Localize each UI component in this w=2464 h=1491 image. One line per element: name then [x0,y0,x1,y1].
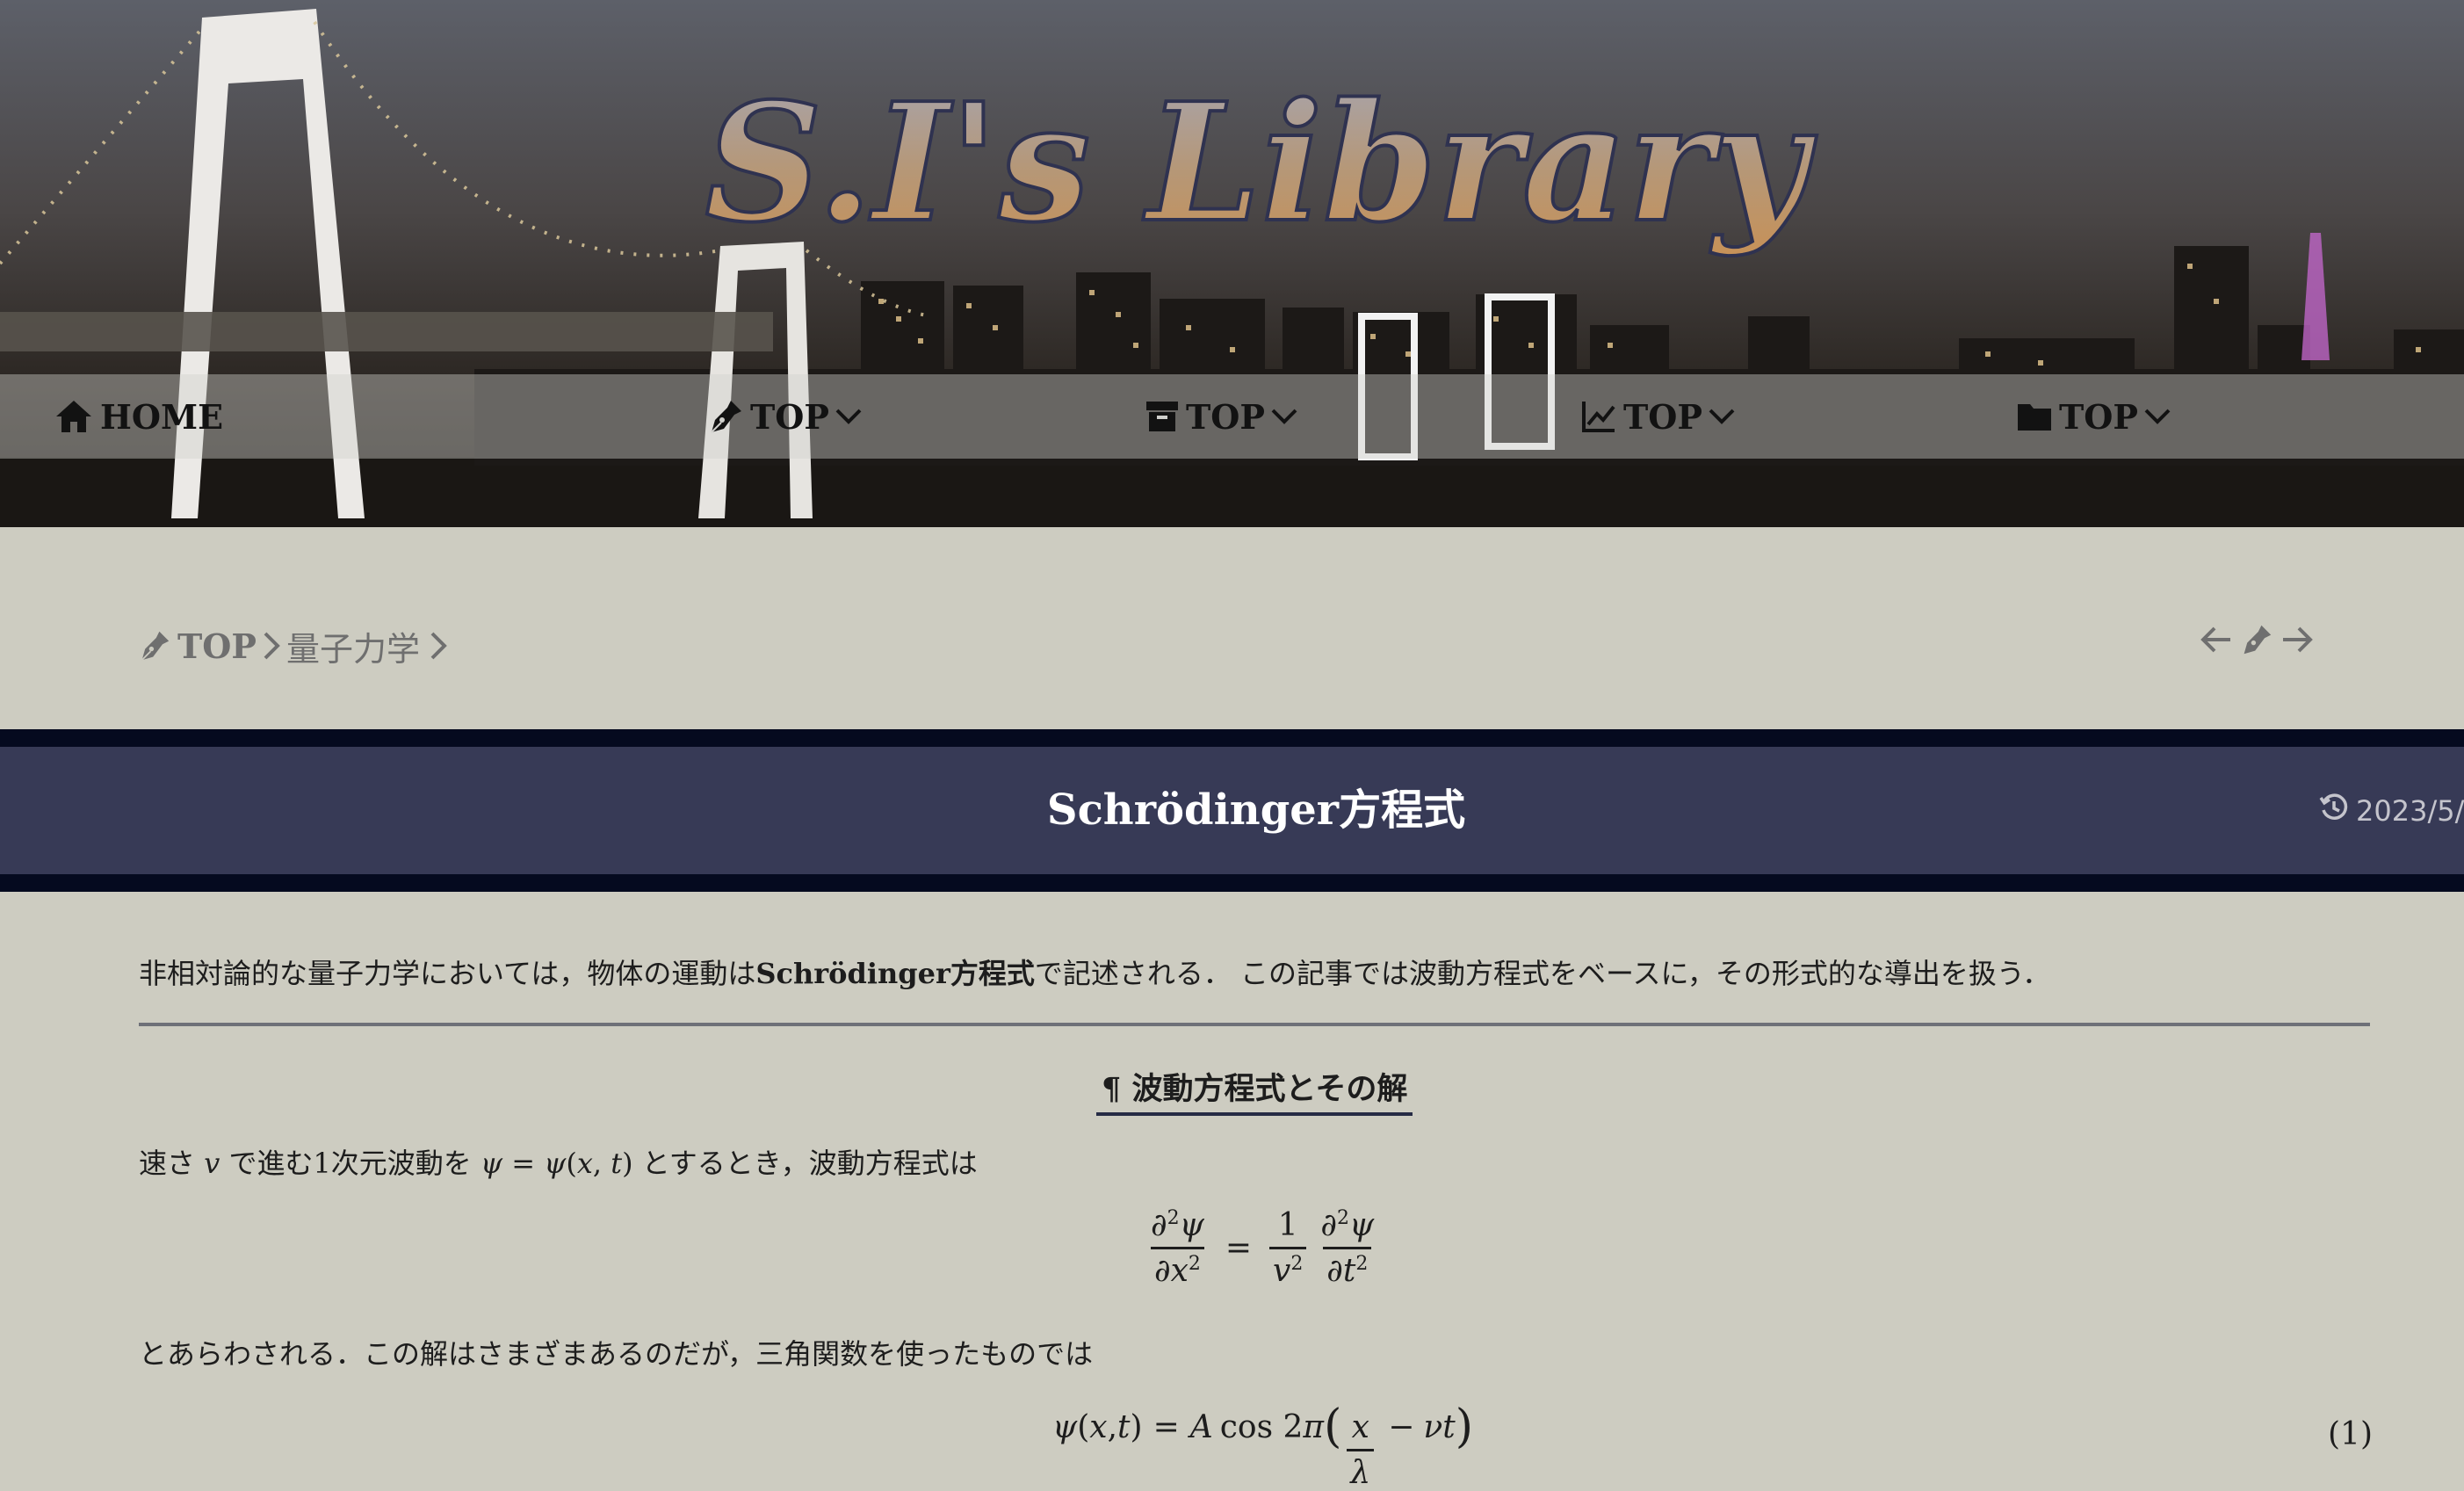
chevron-right-icon [429,631,448,661]
para1-text-a: 速さ [139,1147,205,1180]
wave-solution-equation: ψ(x, t) = Acos 2π ( xλ − νt ) [1052,1401,1474,1491]
intro-text-after: で記述される． この記事では波動方程式をベースに，その形式的な導出を扱う． [1034,957,2051,990]
equation-number: (1) [2328,1416,2373,1452]
site-logo[interactable]: S.I's Library [685,62,1827,272]
header-banner: S.I's Library HOME TOP TOP TOP TOP [0,0,2464,527]
nav-archive-label: TOP [1186,396,1265,437]
updated-date-text: 2023/5/2 [2356,793,2464,828]
para1-text-b: で進む1次元波動を [220,1147,481,1180]
pen-nib-icon [139,630,170,662]
arrow-right-icon[interactable] [2281,626,2313,657]
breadcrumb-top-link[interactable]: TOP [177,626,257,666]
nav-home-label: HOME [100,396,224,437]
article-intro: 非相対論的な量子力学においては，物体の運動はSchrödinger方程式で記述さ… [139,951,2050,996]
nav-charts-label: TOP [1623,396,1702,437]
chevron-down-icon [835,407,863,426]
history-icon [2319,793,2349,829]
article-title-bar: Schrödinger方程式 2023/5/2 [0,729,2464,892]
nav-charts[interactable]: TOP [1581,374,1736,459]
arrow-left-icon[interactable] [2200,626,2232,657]
archive-box-icon [1145,400,1179,433]
article-pager [2200,624,2313,659]
intro-text-bold: Schrödinger方程式 [755,957,1035,990]
home-icon [54,399,93,434]
para1-text-c: とするとき，波動方程式は [632,1147,978,1180]
pen-nib-icon [708,399,743,434]
paragraph-solution: とあらわされる．この解はさまざまあるのだが，三角関数を使ったものでは [139,1337,1094,1371]
paragraph-wave: 速さ v で進む1次元波動を ψ = ψ(x, t) とするとき，波動方程式は [139,1140,978,1186]
section-heading[interactable]: ¶ 波動方程式とその解 [1096,1060,1413,1116]
math-v: v [204,1147,220,1180]
updated-date: 2023/5/2 [2319,747,2464,874]
page-title: Schrödinger方程式 [1046,785,1466,835]
nav-archive[interactable]: TOP [1145,374,1298,459]
chart-line-icon [1581,400,1616,433]
nav-folders-label: TOP [2059,396,2138,437]
site-title: S.I's Library [705,67,1817,258]
section-divider [139,1023,2370,1026]
breadcrumb: TOP 量子力学 [139,615,448,677]
main-nav: HOME TOP TOP TOP TOP [0,374,2464,459]
chevron-down-icon [2143,407,2171,426]
chevron-right-icon [262,631,281,661]
math-psi-def: ψ = ψ(x, t) [480,1147,633,1180]
nav-home[interactable]: HOME [54,374,228,459]
intro-text-before: 非相対論的な量子力学においては，物体の運動は [139,957,756,990]
folder-icon [2017,401,2052,432]
pen-nib-icon[interactable] [2241,624,2273,659]
breadcrumb-category-link[interactable]: 量子力学 [286,622,420,670]
nav-folders[interactable]: TOP [2017,374,2171,459]
wave-equation: ∂2ψ ∂x2 = 1 v2 ∂2ψ ∂t2 [1150,1207,1375,1289]
chevron-down-icon [1270,407,1298,426]
chevron-down-icon [1708,407,1736,426]
nav-articles-label: TOP [750,396,829,437]
nav-articles[interactable]: TOP [708,374,863,459]
